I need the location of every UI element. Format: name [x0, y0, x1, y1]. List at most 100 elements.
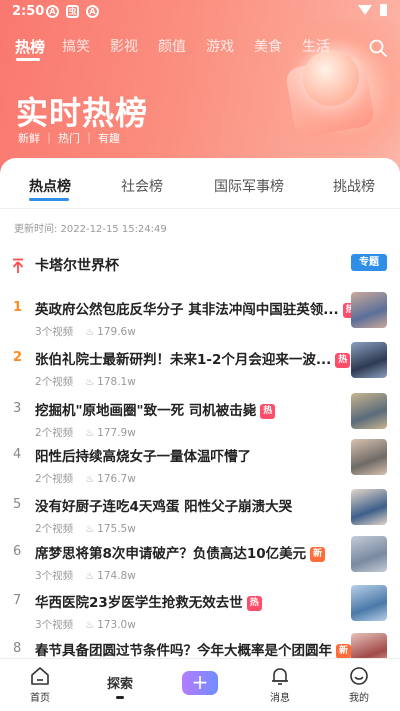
tab-film[interactable]: 影视 — [110, 36, 138, 56]
search-icon[interactable] — [368, 38, 388, 58]
wifi-icon — [358, 5, 372, 15]
board-tabs: 热点榜 社会榜 国际军事榜 挑战榜 — [0, 174, 400, 204]
special-topic-badge: 专题 — [351, 254, 387, 271]
item-thumbnail[interactable] — [351, 439, 387, 475]
item-title-line: 华西医院23岁医学生抢救无效去世热 — [35, 591, 262, 611]
item-title-line: 阳性后持续高烧女子一量体温吓懵了 — [35, 445, 251, 465]
item-meta: 3个视频 ♨ 174.8w — [35, 568, 136, 583]
video-count: 2个视频 — [35, 376, 74, 388]
tab-funny[interactable]: 搞笑 — [62, 36, 90, 56]
list-item[interactable]: 3 挖掘机"原地画圈"致一死 司机被击毙热 2个视频 ♨ 177.9w — [0, 393, 400, 449]
tab-hot-points[interactable]: 热点榜 — [29, 176, 71, 196]
rank-number: 2 — [13, 350, 23, 365]
flame-icon: ♨ — [85, 428, 95, 439]
flame-icon: ♨ — [85, 571, 95, 582]
board-tab-indicator — [29, 198, 69, 201]
video-count: 2个视频 — [35, 523, 74, 535]
item-title-line: 张伯礼院士最新研判！未来1-2个月会迎来一波... 热 — [35, 348, 351, 368]
item-thumbnail[interactable] — [351, 489, 387, 525]
rank-number: 8 — [13, 641, 22, 656]
item-thumbnail[interactable] — [351, 393, 387, 429]
nav-home[interactable]: 首页 — [10, 665, 70, 704]
heat-value: 178.1w — [97, 376, 136, 388]
item-title: 没有好厨子连吃4天鸡蛋 阳性父子崩溃大哭 — [35, 499, 293, 515]
create-button[interactable]: + — [182, 671, 218, 695]
flame-icon: ♨ — [85, 474, 95, 485]
flame-icon: ♨ — [85, 327, 95, 338]
tab-challenge[interactable]: 挑战榜 — [333, 176, 375, 196]
tab-life[interactable]: 生活 — [302, 36, 330, 56]
flame-icon: ♨ — [85, 377, 95, 388]
item-title: 春节具备团圆过节条件吗？今年大概率是个团圆年 — [35, 643, 332, 659]
item-thumbnail[interactable] — [351, 342, 387, 378]
new-badge: 新 — [310, 547, 326, 562]
tab-hot-list[interactable]: 热榜 — [15, 36, 45, 57]
item-title: 挖掘机"原地画圈"致一死 司机被击毙 — [35, 403, 257, 419]
item-thumbnail[interactable] — [351, 292, 387, 328]
list-item[interactable]: 5 没有好厨子连吃4天鸡蛋 阳性父子崩溃大哭 2个视频 ♨ 175.5w — [0, 489, 400, 545]
status-time: 2:50 — [12, 4, 45, 19]
heat-value: 176.7w — [97, 473, 136, 485]
heat-value: 173.0w — [97, 619, 136, 631]
nav-messages-label: 消息 — [270, 693, 290, 704]
ranking-card: 热点榜 社会榜 国际军事榜 挑战榜 更新时间: 2022-12-15 15:24… — [0, 158, 400, 711]
smiley-icon — [350, 667, 368, 685]
list-item[interactable]: 6 席梦思将第8次申请破产？负债高达10亿美元新 3个视频 ♨ 174.8w — [0, 536, 400, 592]
list-item[interactable]: 2 张伯礼院士最新研判！未来1-2个月会迎来一波... 热 2个视频 ♨ 178.1w — [0, 342, 400, 398]
pin-top-icon — [12, 258, 24, 273]
item-title-line: 春节具备团圆过节条件吗？今年大概率是个团圆年新 — [35, 639, 351, 659]
flame-icon: ♨ — [85, 620, 95, 631]
status-bar: 2:50 A 虫 A — [0, 0, 400, 26]
heat-value: 177.9w — [97, 427, 136, 439]
nav-mine-label: 我的 — [349, 693, 369, 704]
nav-explore[interactable]: 探索 — [90, 673, 150, 699]
item-thumbnail[interactable] — [351, 585, 387, 621]
item-meta: 2个视频 ♨ 178.1w — [35, 374, 136, 389]
item-meta: 2个视频 ♨ 175.5w — [35, 521, 136, 536]
rank-number: 3 — [13, 401, 22, 416]
tab-international-military[interactable]: 国际军事榜 — [214, 176, 284, 196]
item-title: 席梦思将第8次申请破产？负债高达10亿美元 — [35, 546, 307, 562]
divider — [0, 208, 400, 209]
new-badge: 新 — [336, 644, 351, 659]
rank-number: 7 — [13, 593, 22, 608]
notification-a-icon: A — [86, 5, 99, 18]
active-tab-indicator — [16, 58, 40, 61]
item-title-line: 英政府公然包庇反华分子 其非法冲闯中国驻英领...热 — [35, 298, 358, 318]
item-meta: 3个视频 ♨ 173.0w — [35, 617, 136, 632]
video-count: 3个视频 — [35, 619, 74, 631]
hot-badge: 热 — [246, 596, 262, 611]
tab-society[interactable]: 社会榜 — [121, 176, 163, 196]
item-meta: 2个视频 ♨ 177.9w — [35, 425, 136, 440]
heat-value: 175.5w — [97, 523, 136, 535]
tab-food[interactable]: 美食 — [254, 36, 282, 56]
list-item[interactable]: 1 英政府公然包庇反华分子 其非法冲闯中国驻英领...热 3个视频 ♨179.6w — [0, 292, 400, 348]
pinned-topic[interactable]: 卡塔尔世界杯 专题 — [0, 254, 400, 280]
item-title-line: 没有好厨子连吃4天鸡蛋 阳性父子崩溃大哭 — [35, 495, 292, 515]
rank-number: 6 — [13, 544, 22, 559]
item-title-line: 挖掘机"原地画圈"致一死 司机被击毙热 — [35, 399, 276, 419]
notification-a-icon: A — [46, 5, 59, 18]
item-meta: 3个视频 ♨ 179.6w — [35, 324, 136, 339]
hot-badge: 热 — [335, 353, 351, 368]
video-count: 3个视频 — [35, 326, 74, 338]
category-nav: 热榜 搞笑 影视 颜值 游戏 美食 生活 — [0, 36, 400, 64]
nav-messages[interactable]: 消息 — [250, 665, 310, 704]
home-icon — [31, 667, 49, 685]
list-item[interactable]: 7 华西医院23岁医学生抢救无效去世热 3个视频 ♨ 173.0w — [0, 585, 400, 641]
item-title: 英政府公然包庇反华分子 其非法冲闯中国驻英领... — [35, 302, 339, 318]
tab-looks[interactable]: 颜值 — [158, 36, 186, 56]
hero-title: 实时热榜 — [16, 94, 149, 132]
battery-icon — [380, 4, 387, 16]
update-time: 更新时间: 2022-12-15 15:24:49 — [14, 224, 167, 235]
tab-games[interactable]: 游戏 — [206, 36, 234, 56]
item-title-line: 席梦思将第8次申请破产？负债高达10亿美元新 — [35, 542, 326, 562]
app-notification-icon: 虫 — [66, 5, 79, 18]
heat-value: 174.8w — [97, 570, 136, 582]
item-thumbnail[interactable] — [351, 536, 387, 572]
hero-subtitle: 新鲜 ｜ 热门 ｜ 有趣 — [18, 132, 120, 145]
active-nav-indicator — [116, 696, 124, 699]
nav-mine[interactable]: 我的 — [329, 665, 389, 704]
pinned-topic-title: 卡塔尔世界杯 — [35, 258, 119, 274]
list-item[interactable]: 4 阳性后持续高烧女子一量体温吓懵了 2个视频 ♨ 176.7w — [0, 439, 400, 495]
